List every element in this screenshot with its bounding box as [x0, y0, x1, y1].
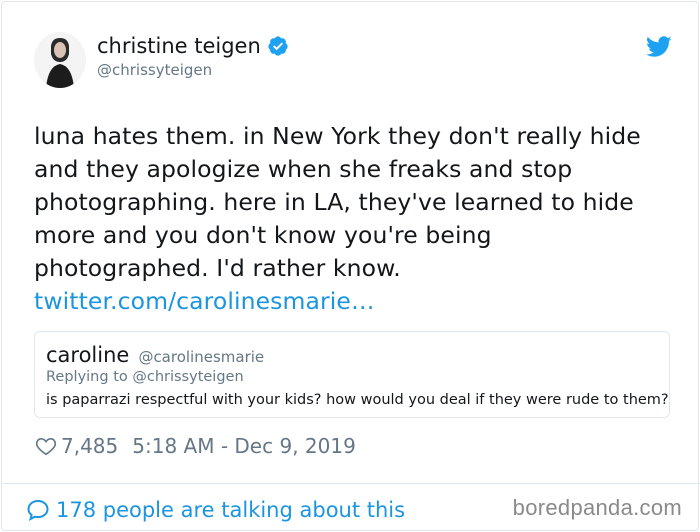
embedded-tweet-card: christine teigen @chrissyteigen luna hat…: [1, 1, 700, 531]
footer-divider: [3, 483, 700, 484]
twitter-bird-icon[interactable]: [646, 36, 672, 58]
tweet-text-line: and they apologize when she freaks and s…: [34, 155, 573, 183]
verified-badge-icon: [268, 36, 288, 56]
replying-to-label: Replying to @chrissyteigen: [46, 369, 244, 385]
tweet-text-line: photographed. I'd rather know.: [34, 254, 401, 282]
tweet-header: christine teigen @chrissyteigen: [34, 30, 674, 90]
tweet-text-line: more and you don't know you're being: [34, 221, 492, 249]
site-watermark: boredpanda.com: [512, 495, 682, 520]
quoted-tweet[interactable]: caroline @carolinesmarie Replying to @ch…: [34, 331, 670, 418]
avatar-image: [34, 32, 86, 88]
speech-bubble-icon: [27, 499, 49, 521]
quoted-tweet-text: is paparrazi respectful with your kids? …: [46, 392, 669, 408]
tweet-timestamp[interactable]: 5:18 AM - Dec 9, 2019: [132, 434, 356, 458]
author-handle[interactable]: @chrissyteigen: [97, 61, 212, 79]
quoted-tweet-header: caroline @carolinesmarie: [46, 343, 264, 367]
tweet-meta: 7,485 5:18 AM - Dec 9, 2019: [35, 432, 356, 460]
quoted-author-name: caroline: [46, 343, 130, 367]
author-display-name[interactable]: christine teigen: [97, 34, 261, 58]
tweet-body: luna hates them. in New York they don't …: [34, 120, 674, 318]
conversation-link[interactable]: 178 people are talking about this: [26, 495, 405, 525]
tweet-text-line: photographing. here in LA, they've learn…: [34, 188, 634, 216]
like-count: 7,485: [61, 434, 119, 458]
author-name-row: christine teigen: [97, 34, 289, 58]
quoted-tweet-link[interactable]: twitter.com/carolinesmarie…: [34, 285, 674, 318]
conversation-count-text: 178 people are talking about this: [56, 498, 406, 522]
heart-icon[interactable]: [35, 435, 57, 457]
tweet-text-line: luna hates them. in New York they don't …: [34, 122, 641, 150]
avatar[interactable]: [34, 32, 86, 88]
quoted-author-handle: @carolinesmarie: [138, 348, 265, 366]
